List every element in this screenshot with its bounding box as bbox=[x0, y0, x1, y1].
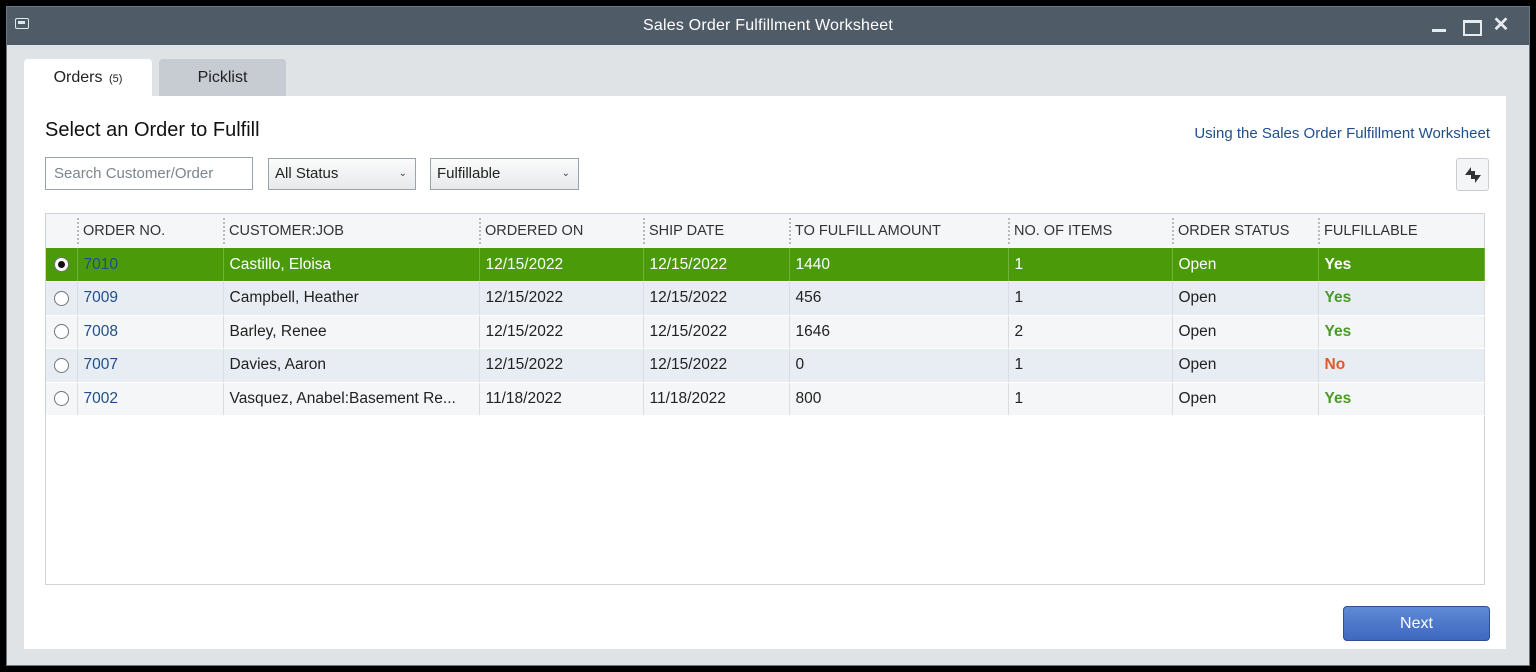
column-header[interactable]: ORDER NO. bbox=[77, 214, 223, 248]
tab-orders[interactable]: Orders (5) bbox=[24, 59, 152, 97]
next-button[interactable]: Next bbox=[1343, 606, 1490, 641]
amount-cell: 800 bbox=[789, 382, 1009, 416]
items-cell: 1 bbox=[1008, 382, 1173, 416]
orders-table: ORDER NO. CUSTOMER:JOB ORDERED ON SHIP D… bbox=[45, 213, 1485, 585]
status-cell: Open bbox=[1172, 315, 1319, 349]
tab-picklist-label: Picklist bbox=[197, 69, 248, 86]
chevron-down-icon: ⌄ bbox=[561, 168, 570, 179]
fulfillable-value: Yes bbox=[1324, 289, 1352, 307]
refresh-button[interactable] bbox=[1456, 158, 1489, 191]
customer-job-cell: Davies, Aaron bbox=[223, 348, 480, 383]
title-bar: Sales Order Fulfillment Worksheet ✕ bbox=[7, 7, 1529, 45]
tab-orders-count: (5) bbox=[108, 73, 123, 85]
minimize-icon[interactable] bbox=[1427, 13, 1451, 37]
amount-cell: 1646 bbox=[789, 315, 1009, 349]
customer-job-cell: Campbell, Heather bbox=[223, 281, 480, 316]
table-row[interactable]: 7008 Barley, Renee 12/15/2022 12/15/2022… bbox=[46, 315, 1485, 349]
close-icon[interactable]: ✕ bbox=[1489, 13, 1513, 37]
column-header[interactable]: SHIP DATE bbox=[643, 214, 789, 248]
order-number-link[interactable]: 7008 bbox=[84, 323, 118, 340]
customer-job-cell: Castillo, Eloisa bbox=[223, 248, 480, 282]
ordered-on-cell: 12/15/2022 bbox=[479, 281, 644, 316]
order-number-link[interactable]: 7010 bbox=[84, 256, 118, 273]
ordered-on-cell: 11/18/2022 bbox=[479, 382, 644, 416]
fulfillable-filter-select[interactable]: Fulfillable ⌄ bbox=[430, 158, 579, 190]
status-cell: Open bbox=[1172, 382, 1319, 416]
amount-cell: 1440 bbox=[789, 248, 1009, 282]
items-cell: 1 bbox=[1008, 348, 1173, 383]
items-cell: 1 bbox=[1008, 281, 1173, 316]
status-filter-select[interactable]: All Status ⌄ bbox=[268, 158, 416, 190]
items-cell: 1 bbox=[1008, 248, 1173, 282]
fulfillable-value: Yes bbox=[1324, 322, 1352, 340]
status-cell: Open bbox=[1172, 281, 1319, 316]
refresh-icon bbox=[1465, 167, 1481, 183]
fulfillable-filter-value: Fulfillable bbox=[437, 165, 501, 182]
table-row[interactable]: 7010 Castillo, Eloisa 12/15/2022 12/15/2… bbox=[46, 248, 1485, 282]
status-cell: Open bbox=[1172, 248, 1319, 282]
help-link[interactable]: Using the Sales Order Fulfillment Worksh… bbox=[1194, 125, 1490, 142]
column-header[interactable]: CUSTOMER:JOB bbox=[223, 214, 479, 248]
fulfillable-value: Yes bbox=[1324, 389, 1352, 407]
ordered-on-cell: 12/15/2022 bbox=[479, 248, 644, 282]
column-header[interactable]: NO. OF ITEMS bbox=[1008, 214, 1172, 248]
orders-panel: Select an Order to Fulfill Using the Sal… bbox=[24, 96, 1506, 649]
row-radio-button[interactable] bbox=[53, 391, 69, 407]
table-row[interactable]: 7007 Davies, Aaron 12/15/2022 12/15/2022… bbox=[46, 348, 1485, 383]
ship-date-cell: 12/15/2022 bbox=[643, 348, 790, 383]
amount-cell: 0 bbox=[789, 348, 1009, 383]
tab-picklist[interactable]: Picklist bbox=[159, 59, 286, 97]
maximize-icon[interactable] bbox=[1459, 13, 1483, 37]
amount-cell: 456 bbox=[789, 281, 1009, 316]
items-cell: 2 bbox=[1008, 315, 1173, 349]
search-input[interactable] bbox=[45, 157, 253, 190]
order-number-link[interactable]: 7002 bbox=[84, 390, 118, 407]
table-header-row: ORDER NO. CUSTOMER:JOB ORDERED ON SHIP D… bbox=[46, 214, 1484, 248]
table-row[interactable]: 7009 Campbell, Heather 12/15/2022 12/15/… bbox=[46, 281, 1485, 316]
column-header[interactable]: ORDER STATUS bbox=[1172, 214, 1318, 248]
fulfillable-value: No bbox=[1324, 356, 1346, 374]
tab-orders-label: Orders bbox=[53, 69, 103, 86]
row-radio-button[interactable] bbox=[53, 290, 69, 306]
row-radio-button[interactable] bbox=[53, 256, 69, 272]
ship-date-cell: 12/15/2022 bbox=[643, 281, 790, 316]
column-header[interactable]: ORDERED ON bbox=[479, 214, 643, 248]
customer-job-cell: Barley, Renee bbox=[223, 315, 480, 349]
ship-date-cell: 11/18/2022 bbox=[643, 382, 790, 416]
chevron-down-icon: ⌄ bbox=[398, 168, 407, 179]
window-title: Sales Order Fulfillment Worksheet bbox=[643, 17, 893, 34]
column-header[interactable]: FULFILLABLE bbox=[1318, 214, 1484, 248]
status-cell: Open bbox=[1172, 348, 1319, 383]
order-number-link[interactable]: 7007 bbox=[84, 356, 118, 373]
row-radio-button[interactable] bbox=[53, 324, 69, 340]
fulfillment-window: Sales Order Fulfillment Worksheet ✕ Orde… bbox=[6, 6, 1530, 666]
ship-date-cell: 12/15/2022 bbox=[643, 315, 790, 349]
order-number-link[interactable]: 7009 bbox=[84, 289, 118, 306]
ordered-on-cell: 12/15/2022 bbox=[479, 348, 644, 383]
column-header[interactable]: TO FULFILL AMOUNT bbox=[789, 214, 1008, 248]
select-column-header bbox=[46, 214, 77, 248]
row-radio-button[interactable] bbox=[53, 357, 69, 373]
ordered-on-cell: 12/15/2022 bbox=[479, 315, 644, 349]
customer-job-cell: Vasquez, Anabel:Basement Re... bbox=[223, 382, 480, 416]
table-row[interactable]: 7002 Vasquez, Anabel:Basement Re... 11/1… bbox=[46, 382, 1485, 416]
page-title: Select an Order to Fulfill bbox=[45, 119, 260, 141]
fulfillable-value: Yes bbox=[1324, 255, 1352, 273]
ship-date-cell: 12/15/2022 bbox=[643, 248, 790, 282]
status-filter-value: All Status bbox=[275, 165, 339, 182]
